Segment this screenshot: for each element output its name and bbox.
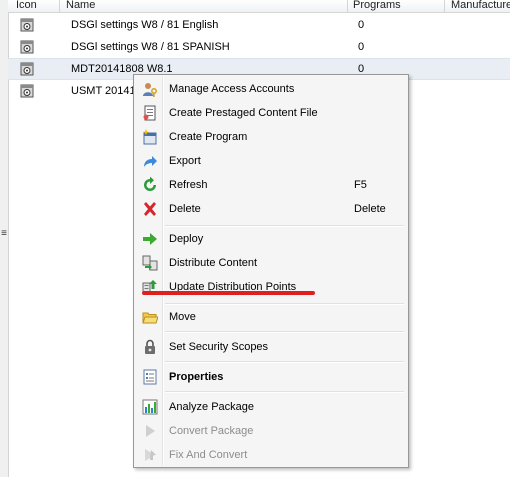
menu-item-label: Properties (169, 371, 224, 383)
splitter-grip-icon[interactable]: ≡ (0, 228, 8, 240)
menu-item-shortcut: F5 (354, 179, 367, 191)
menu-item-label: Distribute Content (169, 257, 258, 269)
properties-icon (143, 369, 157, 385)
move-folder-icon (142, 312, 158, 324)
column-header-programs[interactable]: Programs (348, 0, 445, 12)
menu-item-label: Move (169, 311, 196, 323)
menu-item-label: Set Security Scopes (169, 341, 269, 353)
column-header-manufacturer[interactable]: Manufacturer (445, 0, 510, 12)
menu-item-distribute-content[interactable]: Distribute Content (136, 252, 406, 274)
column-header-name[interactable]: Name (60, 0, 348, 12)
menu-item-move[interactable]: Move (136, 306, 406, 328)
menu-item-deploy[interactable]: Deploy (136, 228, 406, 250)
menu-separator (165, 361, 404, 363)
menu-item-create-program[interactable]: Create Program (136, 126, 406, 148)
menu-item-label: Analyze Package (169, 401, 254, 413)
package-icon (20, 18, 34, 32)
context-menu: Manage Access Accounts Create Prestaged … (133, 74, 409, 468)
table-row[interactable]: DSGl settings W8 / 81 English 0 (8, 14, 510, 36)
menu-item-create-prestaged-content-file[interactable]: Create Prestaged Content File (136, 102, 406, 124)
menu-item-manage-access-accounts[interactable]: Manage Access Accounts (136, 78, 406, 100)
access-accounts-icon (143, 83, 157, 97)
convert-package-icon (146, 425, 155, 437)
menu-item-label: Fix And Convert (169, 449, 248, 461)
menu-item-export[interactable]: Export (136, 150, 406, 172)
row-programs: 0 (358, 41, 365, 53)
delete-x-icon (144, 202, 156, 216)
menu-item-label: Deploy (169, 233, 204, 245)
row-programs: 0 (358, 19, 365, 31)
menu-item-refresh[interactable]: Refresh F5 (136, 174, 406, 196)
highlight-underline-annotation (142, 291, 315, 295)
menu-item-label: Convert Package (169, 425, 254, 437)
menu-item-label: Create Prestaged Content File (169, 107, 318, 119)
row-name: DSGl settings W8 / 81 English (71, 19, 219, 31)
menu-item-label: Export (169, 155, 201, 167)
menu-item-label: Manage Access Accounts (169, 83, 295, 95)
package-icon (20, 62, 34, 76)
menu-item-label: Refresh (169, 179, 208, 191)
menu-separator (165, 225, 404, 227)
package-icon (20, 40, 34, 54)
analyze-chart-icon (142, 399, 158, 415)
security-lock-icon (145, 339, 155, 354)
column-header-icon[interactable]: Icon (8, 0, 60, 12)
menu-item-label: Create Program (169, 131, 248, 143)
row-name: DSGl settings W8 / 81 SPANISH (71, 41, 230, 53)
package-icon (20, 84, 34, 98)
menu-separator (165, 331, 404, 333)
refresh-icon (144, 177, 156, 191)
export-arrow-icon (144, 156, 157, 167)
menu-item-shortcut: Delete (354, 203, 386, 215)
menu-item-set-security-scopes[interactable]: Set Security Scopes (136, 336, 406, 358)
menu-item-convert-package[interactable]: Convert Package (136, 420, 406, 442)
prestaged-content-icon (143, 105, 156, 121)
menu-item-properties[interactable]: Properties (136, 366, 406, 388)
menu-item-fix-and-convert[interactable]: Fix And Convert (136, 444, 406, 466)
fix-convert-icon (145, 449, 156, 461)
menu-item-analyze-package[interactable]: Analyze Package (136, 396, 406, 418)
menu-separator (165, 303, 404, 305)
deploy-arrow-icon (143, 233, 157, 245)
distribute-content-icon (142, 255, 158, 271)
menu-separator (165, 391, 404, 393)
menu-item-delete[interactable]: Delete Delete (136, 198, 406, 220)
menu-item-label: Delete (169, 203, 201, 215)
table-row[interactable]: DSGl settings W8 / 81 SPANISH 0 (8, 36, 510, 58)
create-program-icon (142, 129, 157, 145)
row-name: USMT 201418 (71, 85, 142, 97)
list-header: Icon Name Programs Manufacturer (8, 0, 510, 13)
